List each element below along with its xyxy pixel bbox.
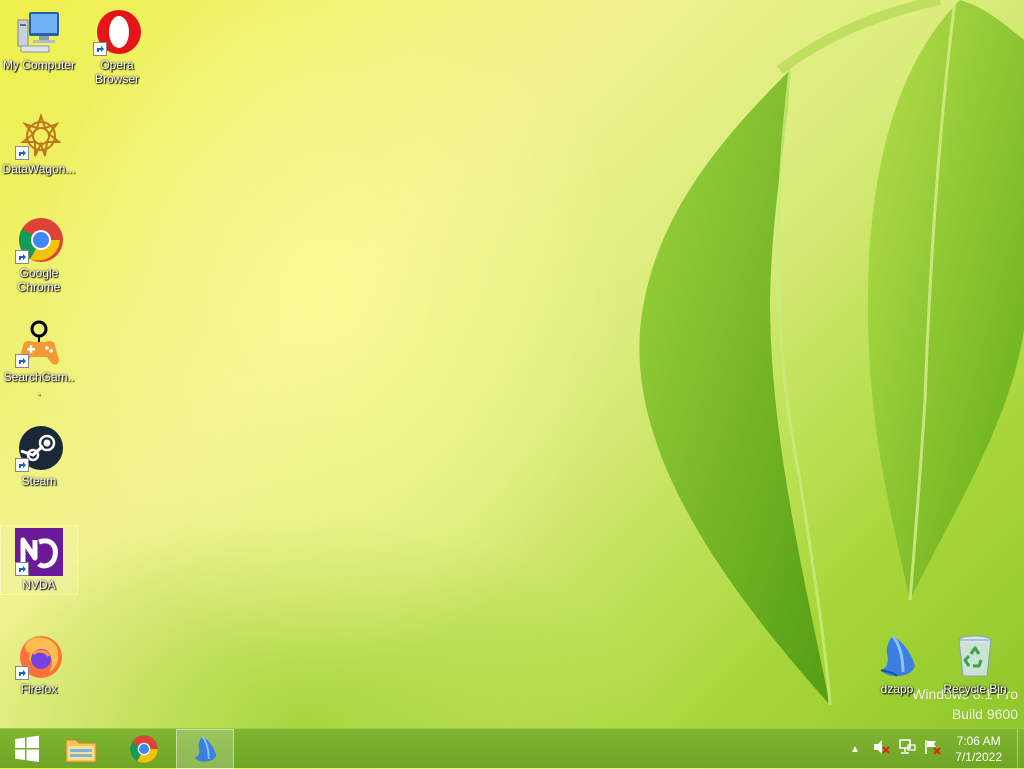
desktop-icon-label: Steam [21, 474, 57, 488]
desktop-icon-datawagon[interactable]: DataWagon... [1, 110, 77, 176]
desktop-icon-label: Opera Browser [94, 58, 139, 86]
desktop-icon-firefox[interactable]: Firefox [1, 630, 77, 696]
volume-muted-icon[interactable] [872, 739, 890, 760]
datawagon-icon [15, 112, 63, 160]
clock-date: 7/1/2022 [955, 750, 1002, 764]
desktop-icon-opera-browser[interactable]: Opera Browser [79, 6, 155, 86]
shortcut-arrow-icon [15, 458, 29, 472]
shortcut-arrow-icon [93, 42, 107, 56]
desktop: My Computer Opera Browser DataWagon... G… [0, 0, 1024, 728]
shortcut-arrow-icon [15, 250, 29, 264]
start-button[interactable] [0, 729, 54, 769]
taskbar: ▲ 7:06 AM 7/1/2022 [0, 728, 1024, 769]
taskbar-dzapp-button[interactable] [176, 729, 234, 769]
desktop-icon-label: dzapp [880, 682, 914, 696]
desktop-icon-google-chrome[interactable]: Google Chrome [1, 214, 77, 294]
shortcut-arrow-icon [15, 354, 29, 368]
shortcut-arrow-icon [15, 146, 29, 160]
desktop-icon-nvda[interactable]: NVDA [0, 525, 78, 595]
desktop-icon-label: Firefox [20, 682, 58, 696]
gamepad-icon [15, 320, 63, 368]
steam-icon [15, 424, 63, 472]
desktop-icon-searchgames[interactable]: SearchGam... [1, 318, 77, 398]
chrome-icon [130, 735, 158, 763]
shortcut-arrow-icon [15, 666, 29, 680]
watermark-build: Build 9600 [951, 706, 1018, 722]
recycle-bin-icon [951, 632, 999, 680]
system-tray: ▲ [850, 729, 942, 769]
taskbar-file-explorer-button[interactable] [54, 729, 108, 769]
dzapp-shark-icon [195, 735, 217, 762]
wallpaper-leaves [639, 0, 1024, 706]
windows-logo-icon [15, 735, 39, 762]
taskbar-clock[interactable]: 7:06 AM 7/1/2022 [955, 733, 1002, 765]
show-desktop-button[interactable] [1017, 729, 1024, 769]
desktop-icon-label: Google Chrome [17, 266, 61, 294]
dzapp-shark-icon [873, 632, 921, 680]
shortcut-arrow-icon [15, 562, 29, 576]
desktop-icon-dzapp[interactable]: dzapp [859, 630, 935, 696]
action-center-flag-icon[interactable] [924, 739, 942, 760]
chrome-icon [15, 216, 63, 264]
firefox-icon [15, 632, 63, 680]
folder-icon [65, 739, 97, 763]
clock-time: 7:06 AM [956, 734, 1001, 748]
computer-icon [15, 8, 63, 56]
desktop-icon-label: DataWagon... [2, 162, 76, 176]
opera-icon [93, 8, 141, 56]
desktop-icon-label: Recycle Bin [943, 682, 1007, 696]
desktop-icon-label: NVDA [22, 578, 56, 592]
desktop-icon-label: My Computer [2, 58, 76, 72]
desktop-icon-recycle-bin[interactable]: Recycle Bin [937, 630, 1013, 696]
desktop-icon-label: SearchGam... [3, 370, 75, 398]
taskbar-chrome-button[interactable] [117, 729, 171, 769]
nvda-icon [15, 528, 63, 576]
desktop-icon-steam[interactable]: Steam [1, 422, 77, 488]
desktop-icon-my-computer[interactable]: My Computer [1, 6, 77, 72]
show-hidden-icons-chevron-icon[interactable]: ▲ [850, 744, 860, 755]
network-icon[interactable] [898, 738, 916, 760]
